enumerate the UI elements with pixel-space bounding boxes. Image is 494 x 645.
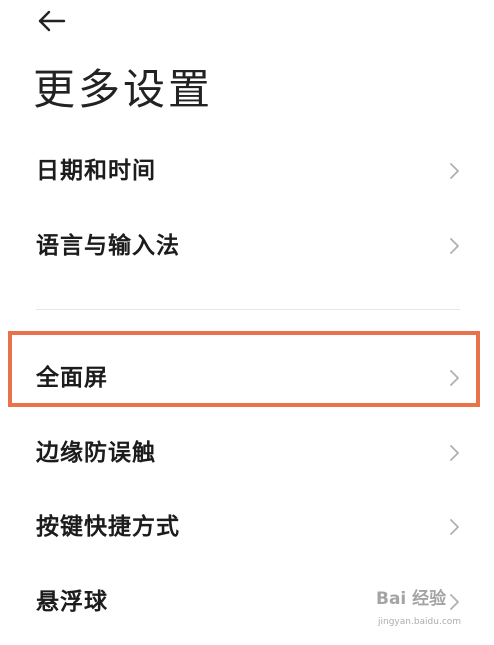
section-divider xyxy=(36,309,460,310)
page-title: 更多设置 xyxy=(33,65,214,114)
chevron-right-icon xyxy=(450,445,459,461)
settings-item-label: 日期和时间 xyxy=(36,158,156,184)
settings-item-label: 语言与输入法 xyxy=(36,233,180,259)
settings-item-date-time[interactable]: 日期和时间 xyxy=(0,141,494,201)
settings-item-label: 按键快捷方式 xyxy=(36,514,180,540)
settings-item-label: 边缘防误触 xyxy=(36,440,156,466)
back-button[interactable] xyxy=(34,6,70,36)
chevron-right-icon xyxy=(450,594,459,610)
settings-item-floating-ball[interactable]: 悬浮球 xyxy=(0,572,494,632)
settings-item-button-shortcuts[interactable]: 按键快捷方式 xyxy=(0,497,494,557)
chevron-right-icon xyxy=(450,163,459,179)
chevron-right-icon xyxy=(450,370,459,386)
arrow-left-icon xyxy=(38,10,66,32)
settings-item-edge-protection[interactable]: 边缘防误触 xyxy=(0,423,494,483)
more-settings-screen: 更多设置 日期和时间 语言与输入法 全面屏 边缘防误触 按键快捷方式 悬浮球 B… xyxy=(0,0,494,645)
chevron-right-icon xyxy=(450,238,459,254)
settings-item-label: 悬浮球 xyxy=(36,589,108,615)
settings-item-label: 全面屏 xyxy=(36,365,108,391)
settings-item-language-input[interactable]: 语言与输入法 xyxy=(0,216,494,276)
settings-item-full-screen[interactable]: 全面屏 xyxy=(0,348,494,408)
chevron-right-icon xyxy=(450,519,459,535)
